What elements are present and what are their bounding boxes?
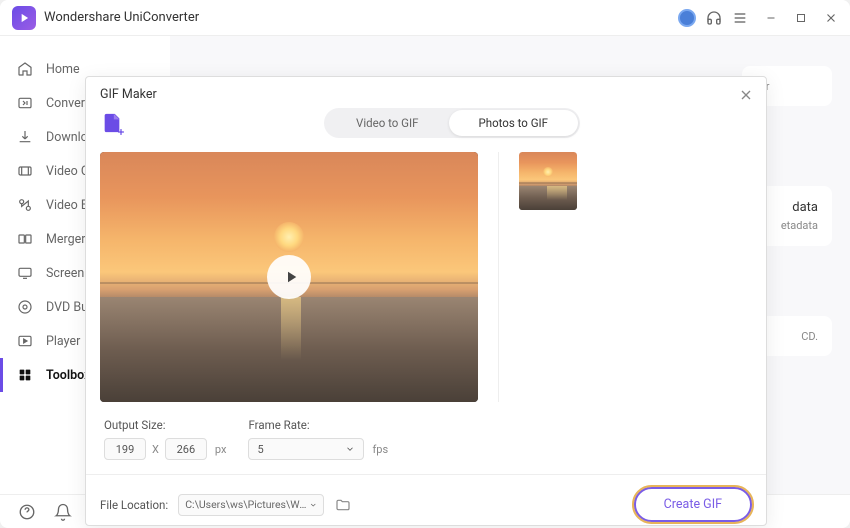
chevron-down-icon [345,444,355,454]
file-location-label: File Location: [100,498,168,512]
output-size-group: Output Size: X px [104,418,226,460]
close-button[interactable] [824,11,838,25]
size-separator: X [152,443,159,456]
play-button[interactable] [267,255,311,299]
chevron-down-icon [309,500,317,510]
screen-recorder-icon [16,264,34,282]
gif-maker-modal: GIF Maker Video to GIF Photos to GIF [85,76,767,526]
user-avatar[interactable] [678,9,696,27]
thumbnail-list [498,152,752,402]
preview-area [100,152,478,402]
output-size-label: Output Size: [104,418,226,432]
tab-video-to-gif[interactable]: Video to GIF [326,110,449,136]
tab-photos-to-gif[interactable]: Photos to GIF [449,110,579,136]
headset-icon[interactable] [706,10,722,26]
modal-body [86,148,766,412]
output-size-row: X px [104,438,226,460]
dvd-burner-icon [16,298,34,316]
converter-icon [16,94,34,112]
mode-tabs: Video to GIF Photos to GIF [324,108,580,138]
bell-icon[interactable] [54,503,72,521]
video-compressor-icon [16,162,34,180]
output-width-input[interactable] [104,438,146,460]
modal-footer: File Location: C:\Users\ws\Pictures\Wond… [86,474,766,528]
sidebar-item-label: Toolbox [46,368,90,383]
menu-icon[interactable] [732,10,748,26]
app-logo [12,6,36,30]
minimize-button[interactable] [764,11,778,25]
frame-rate-group: Frame Rate: 5 fps [248,418,388,460]
titlebar-controls [678,9,838,27]
help-icon[interactable] [18,503,36,521]
file-location-select[interactable]: C:\Users\ws\Pictures\Wonders [178,494,324,516]
create-gif-button[interactable]: Create GIF [634,487,752,522]
frame-rate-label: Frame Rate: [248,418,388,432]
video-editor-icon [16,196,34,214]
fps-unit: fps [372,443,388,456]
modal-title: GIF Maker [100,87,157,102]
size-unit: px [215,443,227,456]
modal-header: GIF Maker [86,77,766,108]
file-location-path: C:\Users\ws\Pictures\Wonders [185,498,309,511]
home-icon [16,60,34,78]
open-folder-button[interactable] [334,496,352,514]
titlebar: Wondershare UniConverter [0,0,850,36]
output-height-input[interactable] [165,438,207,460]
close-icon[interactable] [738,87,754,103]
app-title: Wondershare UniConverter [44,10,678,25]
sidebar-item-label: Merger [46,232,86,247]
merger-icon [16,230,34,248]
frame-rate-value: 5 [257,443,263,456]
frame-rate-row: 5 fps [248,438,388,460]
maximize-button[interactable] [794,11,808,25]
player-icon [16,332,34,350]
sidebar-item-label: Player [46,334,80,349]
output-controls: Output Size: X px Frame Rate: 5 [86,412,766,474]
app-window: Wondershare UniConverter Home [0,0,850,528]
add-file-button[interactable] [100,111,124,135]
sidebar-item-label: Home [46,62,80,77]
toolbox-icon [16,366,34,384]
thumbnail[interactable] [519,152,577,210]
app-body: Home Converter Downloader Video Compress… [0,36,850,494]
download-icon [16,128,34,146]
modal-toolbar: Video to GIF Photos to GIF [86,108,766,148]
frame-rate-select[interactable]: 5 [248,438,364,460]
